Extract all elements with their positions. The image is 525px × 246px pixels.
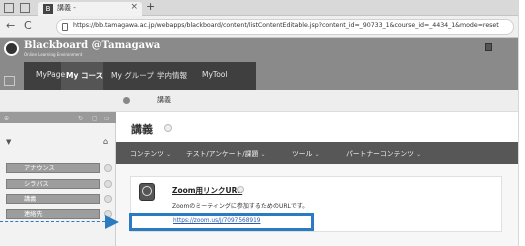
tab-close-icon[interactable]: × bbox=[130, 2, 138, 12]
course-menu-toolbar: ⊕ ↻ ▢ ▭ bbox=[0, 112, 116, 123]
window-icon[interactable]: ▭ bbox=[104, 115, 110, 122]
reload-button[interactable]: C bbox=[24, 19, 32, 32]
main-nav: MyPage My コース My グループ 学内情報 MyTool bbox=[24, 62, 256, 90]
page: B 講義 - × + ← C https://bb.tamagawa.ac.jp… bbox=[0, 0, 525, 246]
item-options-icon[interactable] bbox=[104, 164, 112, 172]
menu-tools-label: ツール bbox=[292, 150, 313, 158]
content-action-bar: コンテンツ ⌄ テスト/アンケート/課題 ⌄ ツール ⌄ パートナーコンテンツ … bbox=[116, 142, 518, 164]
menu-tests-label: テスト/アンケート/課題 bbox=[186, 150, 259, 158]
user-menu-icon[interactable] bbox=[485, 43, 492, 51]
breadcrumb-current: 講義 bbox=[157, 96, 171, 104]
menu-content[interactable]: コンテンツ ⌄ bbox=[130, 148, 171, 158]
folder-icon[interactable]: ▢ bbox=[92, 115, 98, 122]
back-button[interactable]: ← bbox=[6, 19, 15, 32]
item-options-icon[interactable] bbox=[237, 186, 244, 193]
menu-tests[interactable]: テスト/アンケート/課題 ⌄ bbox=[186, 148, 265, 158]
tab-title: 講義 - bbox=[57, 4, 76, 12]
url-field[interactable]: https://bb.tamagawa.ac.jp/webapps/blackb… bbox=[56, 19, 514, 35]
logo-subtitle: Online Learning Environment bbox=[24, 52, 83, 57]
menu-content-label: コンテンツ bbox=[130, 150, 164, 158]
pointer-dashed-line bbox=[0, 221, 105, 222]
item-description: Zoomのミーティングに参加するためのURLです。 bbox=[172, 203, 309, 210]
scrollbar[interactable] bbox=[518, 0, 525, 246]
sidebar-item-lectures[interactable]: 講義 bbox=[6, 194, 100, 204]
chevron-down-icon: ⌄ bbox=[416, 151, 422, 158]
tab-favicon-icon: B bbox=[43, 4, 53, 14]
chevron-down-icon: ⌄ bbox=[166, 151, 172, 158]
new-tab-button[interactable]: + bbox=[146, 0, 155, 13]
nav-mytool[interactable]: MyTool bbox=[202, 70, 227, 79]
chevron-down-icon: ⌄ bbox=[260, 151, 266, 158]
collapse-caret-icon[interactable]: ▼ bbox=[6, 138, 11, 146]
item-options-icon[interactable] bbox=[104, 180, 112, 188]
menu-partner[interactable]: パートナーコンテンツ ⌄ bbox=[346, 148, 421, 158]
nav-mypage[interactable]: MyPage bbox=[36, 70, 65, 79]
lock-icon[interactable] bbox=[62, 23, 68, 31]
item-options-icon[interactable] bbox=[104, 195, 112, 203]
address-bar: ← C https://bb.tamagawa.ac.jp/webapps/bl… bbox=[0, 16, 518, 38]
zoom-link[interactable]: https://zoom.us/j/7097568919 bbox=[173, 218, 261, 224]
browser-tab[interactable]: B 講義 - × bbox=[38, 2, 142, 16]
url-text: https://bb.tamagawa.ac.jp/webapps/blackb… bbox=[73, 22, 499, 29]
sidebar-item-syllabus[interactable]: シラバス bbox=[6, 179, 100, 189]
nav-campus-info[interactable]: 学内情報 bbox=[157, 70, 187, 81]
menu-partner-label: パートナーコンテンツ bbox=[346, 150, 414, 158]
page-title: 講義 bbox=[131, 123, 153, 136]
title-options-icon[interactable] bbox=[164, 124, 172, 132]
course-menu: ⊕ ↻ ▢ ▭ ▼ ⌂ アナウンス シラバス 講義 連絡先 bbox=[0, 112, 116, 246]
nav-my-groups[interactable]: My グループ bbox=[111, 70, 154, 81]
breadcrumb: 講義 bbox=[0, 90, 518, 112]
menu-toggle-icon[interactable] bbox=[4, 76, 15, 86]
profile-icon[interactable] bbox=[4, 3, 14, 13]
sidebar-item-announcements[interactable]: アナウンス bbox=[6, 163, 100, 173]
logo-text: Blackboard @Tamagawa bbox=[24, 40, 161, 51]
globe-icon bbox=[142, 186, 152, 196]
sidebar-item-contacts[interactable]: 連絡先 bbox=[6, 209, 100, 219]
nav-my-courses[interactable]: My コース bbox=[66, 70, 103, 81]
tab-actions-icon[interactable] bbox=[20, 3, 30, 13]
app-header: Blackboard @Tamagawa Online Learning Env… bbox=[0, 38, 518, 90]
breadcrumb-menu-icon[interactable] bbox=[123, 97, 130, 104]
add-icon[interactable]: ⊕ bbox=[4, 115, 9, 122]
home-icon[interactable]: ⌂ bbox=[103, 137, 108, 146]
chevron-down-icon: ⌄ bbox=[314, 151, 320, 158]
logo-icon bbox=[4, 41, 19, 56]
item-title-link[interactable]: Zoom用リンクURL bbox=[172, 185, 242, 196]
menu-tools[interactable]: ツール ⌄ bbox=[292, 148, 320, 158]
refresh-icon[interactable]: ↻ bbox=[78, 115, 83, 122]
pointer-arrow-icon bbox=[105, 215, 119, 229]
browser-tab-bar: B 講義 - × + bbox=[0, 0, 518, 16]
